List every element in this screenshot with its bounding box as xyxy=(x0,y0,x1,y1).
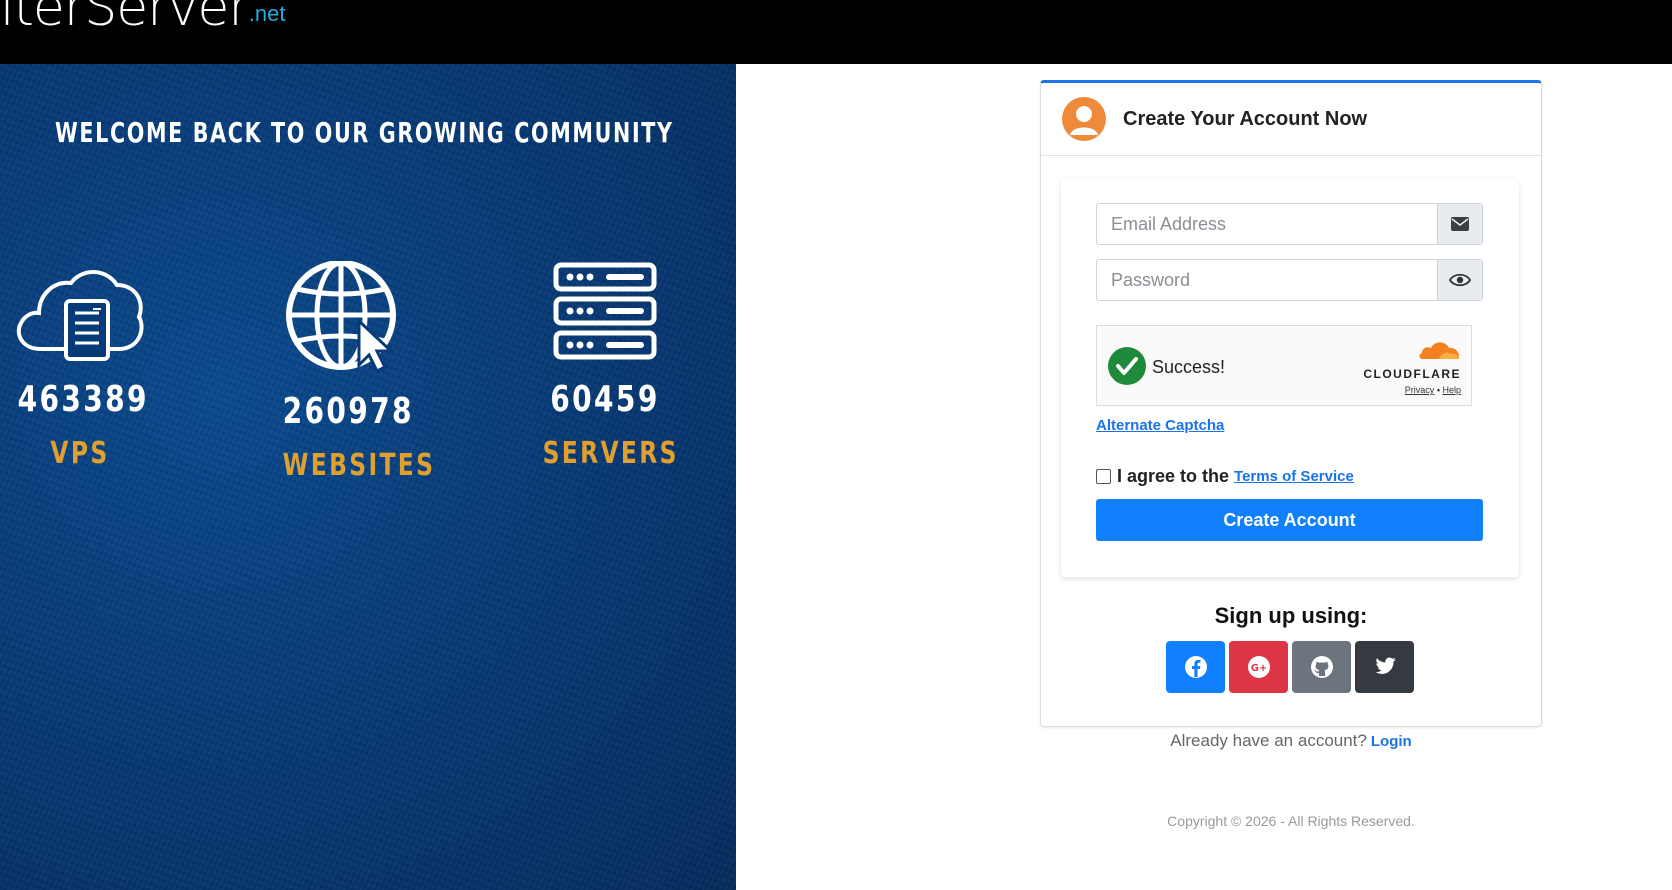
captcha-widget[interactable]: Success! CLOUDFLARE Privacy • Help xyxy=(1096,325,1472,406)
password-field-group xyxy=(1096,259,1483,301)
email-input[interactable] xyxy=(1097,204,1437,244)
login-prompt: Already have an account? Login xyxy=(1040,731,1542,751)
google-button[interactable]: G+ xyxy=(1229,641,1288,693)
stat-label: SERVERS xyxy=(542,436,679,471)
facebook-icon xyxy=(1184,656,1207,678)
envelope-icon xyxy=(1437,204,1482,244)
stat-value: 463389 xyxy=(17,379,149,420)
signup-form: Success! CLOUDFLARE Privacy • Help Alter… xyxy=(1061,179,1519,577)
password-input[interactable] xyxy=(1097,260,1437,300)
cloudflare-brand: CLOUDFLARE xyxy=(1363,367,1461,381)
twitter-button[interactable] xyxy=(1355,641,1414,693)
stat-vps: 463389 VPS xyxy=(0,261,160,471)
email-field-group xyxy=(1096,203,1483,245)
facebook-button[interactable] xyxy=(1166,641,1225,693)
logo[interactable]: iterServer.net xyxy=(0,0,285,38)
svg-text:G+: G+ xyxy=(1250,663,1267,674)
hero-panel: WELCOME BACK TO OUR GROWING COMMUNITY 46… xyxy=(0,64,736,890)
user-icon xyxy=(1062,97,1106,141)
twitter-icon xyxy=(1374,657,1396,674)
checkmark-icon xyxy=(1108,347,1146,385)
hero-heading: WELCOME BACK TO OUR GROWING COMMUNITY xyxy=(55,116,674,149)
signup-card: Create Your Account Now Success! xyxy=(1040,80,1542,727)
already-text: Already have an account? xyxy=(1170,731,1367,750)
github-button[interactable] xyxy=(1292,641,1351,693)
stat-label: WEBSITES xyxy=(282,448,436,483)
logo-text: iterServer xyxy=(0,0,250,38)
terms-agreement: I agree to the Terms of Service xyxy=(1096,466,1354,487)
login-link[interactable]: Login xyxy=(1371,733,1412,750)
card-header: Create Your Account Now xyxy=(1041,83,1541,156)
help-link[interactable]: Help xyxy=(1442,385,1461,395)
stat-value: 260978 xyxy=(282,391,414,432)
agree-label: I agree to the xyxy=(1117,466,1230,486)
cloudflare-cloud-icon xyxy=(1419,342,1460,359)
globe-cursor-icon xyxy=(286,261,396,373)
create-account-button[interactable]: Create Account xyxy=(1096,499,1483,541)
stat-label: VPS xyxy=(50,436,110,471)
stat-websites: 260978 WEBSITES xyxy=(265,261,436,483)
signup-heading: Sign up using: xyxy=(1214,603,1368,628)
cloud-server-icon xyxy=(16,270,144,361)
alternate-captcha-link[interactable]: Alternate Captcha xyxy=(1096,417,1224,434)
top-bar: iterServer.net xyxy=(0,0,1672,64)
terms-link[interactable]: Terms of Service xyxy=(1234,468,1354,485)
logo-suffix: .net xyxy=(248,1,286,26)
stat-value: 60459 xyxy=(550,379,660,420)
privacy-link[interactable]: Privacy xyxy=(1405,385,1435,395)
link-separator: • xyxy=(1436,385,1440,395)
cloudflare-logo: CLOUDFLARE Privacy • Help xyxy=(1363,340,1461,395)
copyright: Copyright © 2026 - All Rights Reserved. xyxy=(1167,813,1415,829)
terms-checkbox[interactable] xyxy=(1096,469,1111,484)
stat-servers: 60459 SERVERS xyxy=(525,261,685,471)
eye-icon[interactable] xyxy=(1437,260,1482,300)
card-title: Create Your Account Now xyxy=(1123,107,1368,130)
captcha-status: Success! xyxy=(1152,357,1226,377)
google-plus-icon: G+ xyxy=(1247,656,1270,678)
server-rack-icon xyxy=(553,262,657,360)
github-icon xyxy=(1310,656,1333,678)
social-buttons: G+ xyxy=(1166,641,1414,693)
